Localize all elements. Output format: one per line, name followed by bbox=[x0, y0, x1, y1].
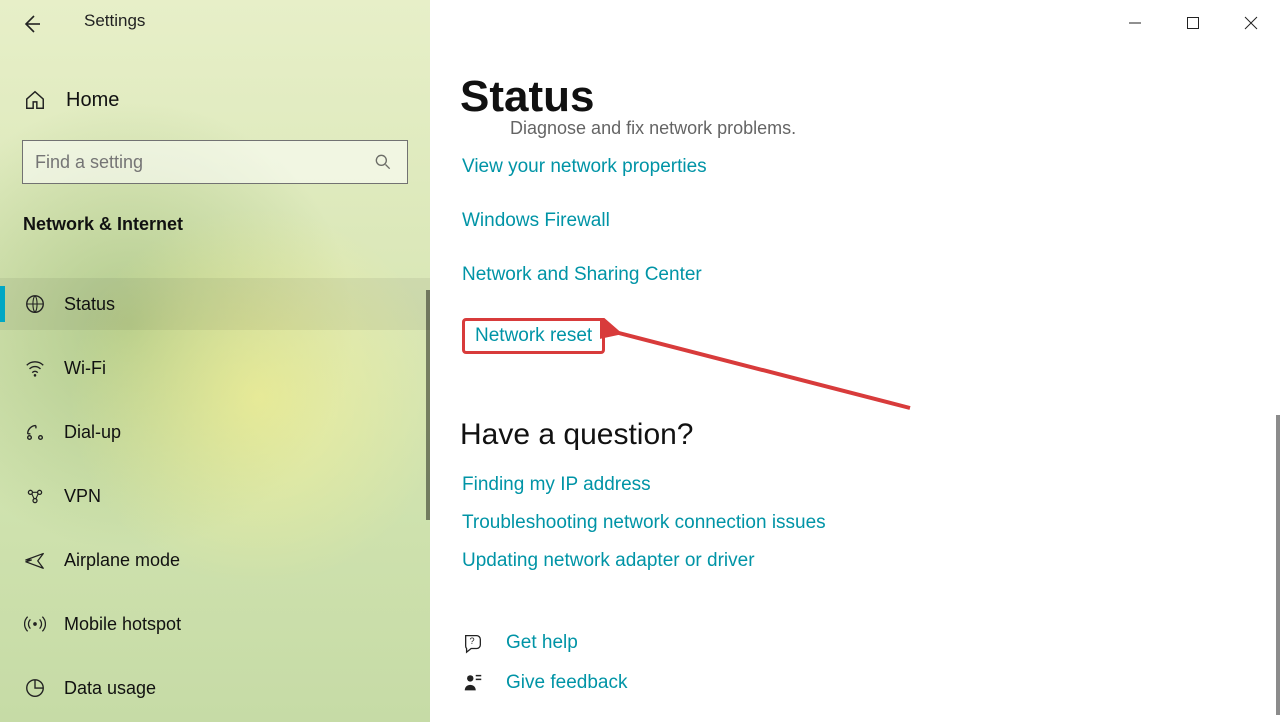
link-network-sharing-center[interactable]: Network and Sharing Center bbox=[462, 264, 702, 286]
sidebar-item-label: Data usage bbox=[64, 678, 156, 699]
question-links: Finding my IP address Troubleshooting ne… bbox=[462, 474, 826, 588]
globe-icon bbox=[24, 293, 46, 315]
sidebar-item-label: Airplane mode bbox=[64, 550, 180, 571]
sidebar-item-dialup[interactable]: Dial-up bbox=[0, 406, 430, 458]
wifi-icon bbox=[24, 357, 46, 379]
home-icon bbox=[24, 89, 46, 111]
content-area: Status Diagnose and fix network problems… bbox=[430, 0, 1280, 722]
sidebar-item-wifi[interactable]: Wi-Fi bbox=[0, 342, 430, 394]
link-give-feedback[interactable]: Give feedback bbox=[506, 672, 627, 694]
settings-links: View your network properties Windows Fir… bbox=[462, 156, 707, 354]
link-network-reset[interactable]: Network reset bbox=[462, 318, 605, 354]
search-input[interactable] bbox=[23, 152, 373, 173]
question-heading: Have a question? bbox=[460, 418, 694, 452]
arrow-left-icon bbox=[20, 12, 44, 36]
link-troubleshoot-network[interactable]: Troubleshooting network connection issue… bbox=[462, 512, 826, 534]
sidebar-item-airplane[interactable]: Airplane mode bbox=[0, 534, 430, 586]
sidebar-item-label: Dial-up bbox=[64, 422, 121, 443]
sidebar-item-label: Mobile hotspot bbox=[64, 614, 181, 635]
sidebar-nav: Status Wi-Fi Dial-up VPN bbox=[0, 278, 430, 714]
sidebar-item-label: Status bbox=[64, 294, 115, 315]
help-icon: ? bbox=[462, 632, 484, 654]
maximize-button[interactable] bbox=[1164, 6, 1222, 40]
titlebar: Settings bbox=[0, 0, 430, 46]
link-get-help[interactable]: Get help bbox=[506, 632, 578, 654]
content-scrollbar[interactable] bbox=[1276, 415, 1280, 715]
feedback-icon bbox=[462, 672, 484, 694]
give-feedback-row[interactable]: Give feedback bbox=[462, 672, 627, 694]
sidebar-item-datausage[interactable]: Data usage bbox=[0, 662, 430, 714]
page-title: Status bbox=[460, 72, 594, 122]
minimize-button[interactable] bbox=[1106, 6, 1164, 40]
sidebar-item-label: Home bbox=[66, 89, 119, 112]
sidebar-item-label: Wi-Fi bbox=[64, 358, 106, 379]
maximize-icon bbox=[1186, 16, 1200, 30]
sidebar-item-hotspot[interactable]: Mobile hotspot bbox=[0, 598, 430, 650]
hotspot-icon bbox=[24, 613, 46, 635]
window-controls bbox=[1106, 6, 1280, 40]
search-icon bbox=[373, 152, 393, 172]
search-box[interactable] bbox=[22, 140, 408, 184]
sidebar-item-home[interactable]: Home bbox=[24, 86, 119, 114]
airplane-icon bbox=[24, 549, 46, 571]
minimize-icon bbox=[1128, 16, 1142, 30]
link-windows-firewall[interactable]: Windows Firewall bbox=[462, 210, 610, 232]
app-title: Settings bbox=[84, 11, 145, 31]
pie-icon bbox=[24, 677, 46, 699]
clipped-description: Diagnose and fix network problems. bbox=[510, 118, 796, 139]
vpn-icon bbox=[24, 485, 46, 507]
footer-links: ? Get help Give feedback bbox=[462, 632, 627, 712]
close-icon bbox=[1244, 16, 1258, 30]
sidebar-item-vpn[interactable]: VPN bbox=[0, 470, 430, 522]
sidebar-group-title: Network & Internet bbox=[23, 214, 183, 235]
svg-text:?: ? bbox=[470, 636, 475, 646]
dialup-icon bbox=[24, 421, 46, 443]
settings-window: Settings Home Network & Internet Status bbox=[0, 0, 1280, 722]
back-button[interactable] bbox=[20, 12, 44, 36]
sidebar: Settings Home Network & Internet Status bbox=[0, 0, 430, 722]
get-help-row[interactable]: ? Get help bbox=[462, 632, 627, 654]
sidebar-item-status[interactable]: Status bbox=[0, 278, 430, 330]
close-button[interactable] bbox=[1222, 6, 1280, 40]
link-network-properties[interactable]: View your network properties bbox=[462, 156, 707, 178]
sidebar-item-label: VPN bbox=[64, 486, 101, 507]
link-find-ip[interactable]: Finding my IP address bbox=[462, 474, 651, 496]
link-update-adapter[interactable]: Updating network adapter or driver bbox=[462, 550, 755, 572]
